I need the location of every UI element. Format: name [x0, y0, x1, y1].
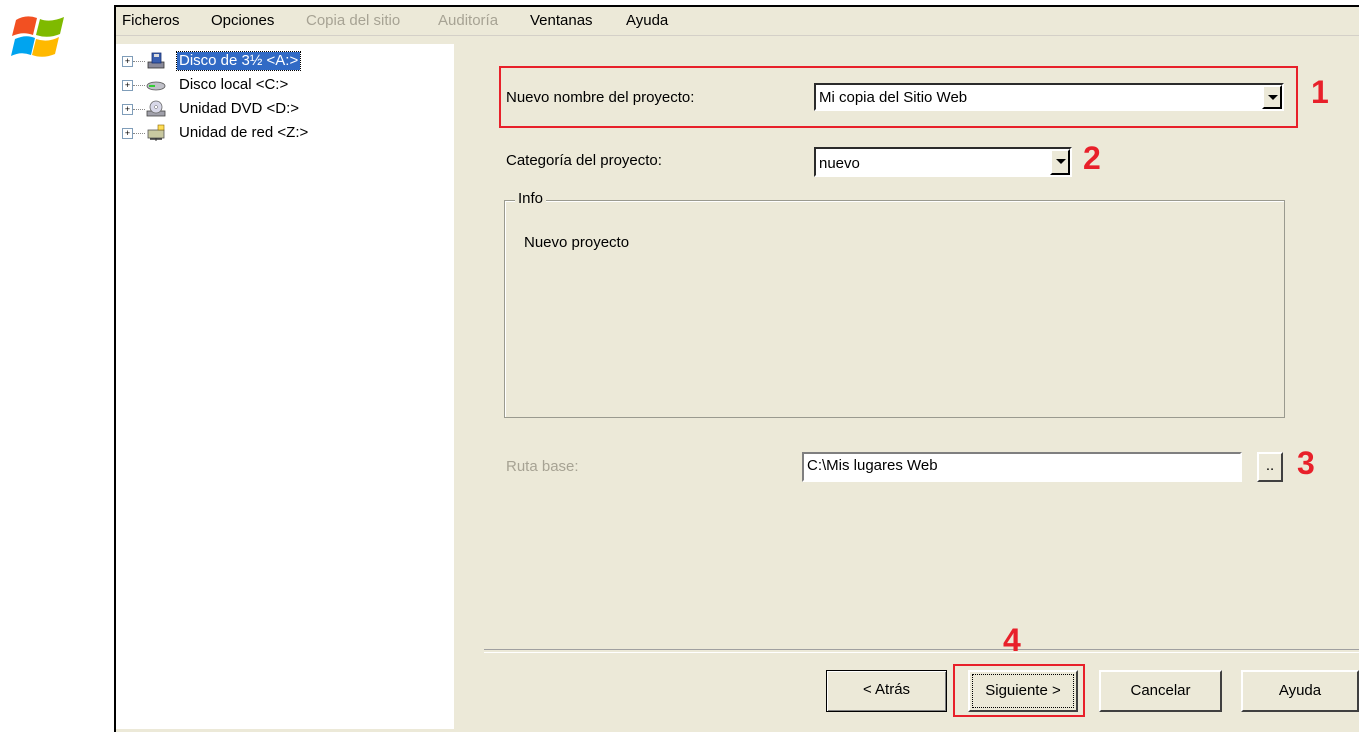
- annotation-number-3: 3: [1297, 445, 1315, 481]
- expand-icon[interactable]: +: [122, 80, 133, 91]
- menu-ficheros[interactable]: Ficheros: [122, 12, 180, 29]
- help-button[interactable]: Ayuda: [1241, 670, 1359, 712]
- button-separator: [484, 649, 1359, 653]
- highlight-box-1: [499, 66, 1298, 128]
- annotation-number-2: 2: [1083, 140, 1101, 176]
- back-button[interactable]: < Atrás: [826, 670, 947, 712]
- info-legend: Info: [515, 190, 547, 207]
- tree-item-label[interactable]: Unidad de red <Z:>: [177, 124, 310, 142]
- cancel-button[interactable]: Cancelar: [1099, 670, 1222, 712]
- browse-button[interactable]: ..: [1257, 452, 1283, 482]
- drive-tree: + Disco de 3½ <A:> + Disco local <C:> + …: [116, 44, 454, 729]
- expand-icon[interactable]: +: [122, 128, 133, 139]
- menu-opciones[interactable]: Opciones: [211, 12, 274, 29]
- menu-bar: Ficheros Opciones Copia del sitio Audito…: [116, 7, 1359, 36]
- floppy-drive-icon: [147, 52, 165, 69]
- info-text: Nuevo proyecto: [524, 234, 630, 251]
- tree-item-label[interactable]: Unidad DVD <D:>: [177, 100, 301, 118]
- annotation-number-1: 1: [1311, 74, 1329, 110]
- tree-item-label[interactable]: Disco de 3½ <A:>: [175, 51, 302, 71]
- windows-logo-icon: [11, 16, 64, 57]
- menu-ayuda[interactable]: Ayuda: [626, 12, 668, 29]
- dvd-drive-icon: [146, 100, 166, 117]
- base-path-input[interactable]: C:\Mis lugares Web: [802, 452, 1242, 482]
- network-drive-icon: [147, 124, 165, 141]
- info-groupbox: [504, 200, 1285, 418]
- expand-icon[interactable]: +: [122, 56, 133, 67]
- base-path-value: C:\Mis lugares Web: [807, 457, 938, 474]
- expand-icon[interactable]: +: [122, 104, 133, 115]
- project-category-combo[interactable]: nuevo: [814, 147, 1072, 177]
- chevron-down-icon[interactable]: [1050, 149, 1070, 175]
- tree-item-label[interactable]: Disco local <C:>: [177, 76, 290, 94]
- annotation-number-4: 4: [1003, 622, 1021, 658]
- menu-ventanas[interactable]: Ventanas: [530, 12, 593, 29]
- highlight-box-4: [953, 664, 1085, 717]
- menu-copia-del-sitio[interactable]: Copia del sitio: [306, 12, 400, 29]
- base-path-label: Ruta base:: [506, 458, 579, 475]
- project-category-label: Categoría del proyecto:: [506, 152, 662, 169]
- hard-disk-icon: [146, 81, 166, 91]
- menu-auditoria[interactable]: Auditoría: [438, 12, 498, 29]
- project-category-value: nuevo: [819, 155, 860, 172]
